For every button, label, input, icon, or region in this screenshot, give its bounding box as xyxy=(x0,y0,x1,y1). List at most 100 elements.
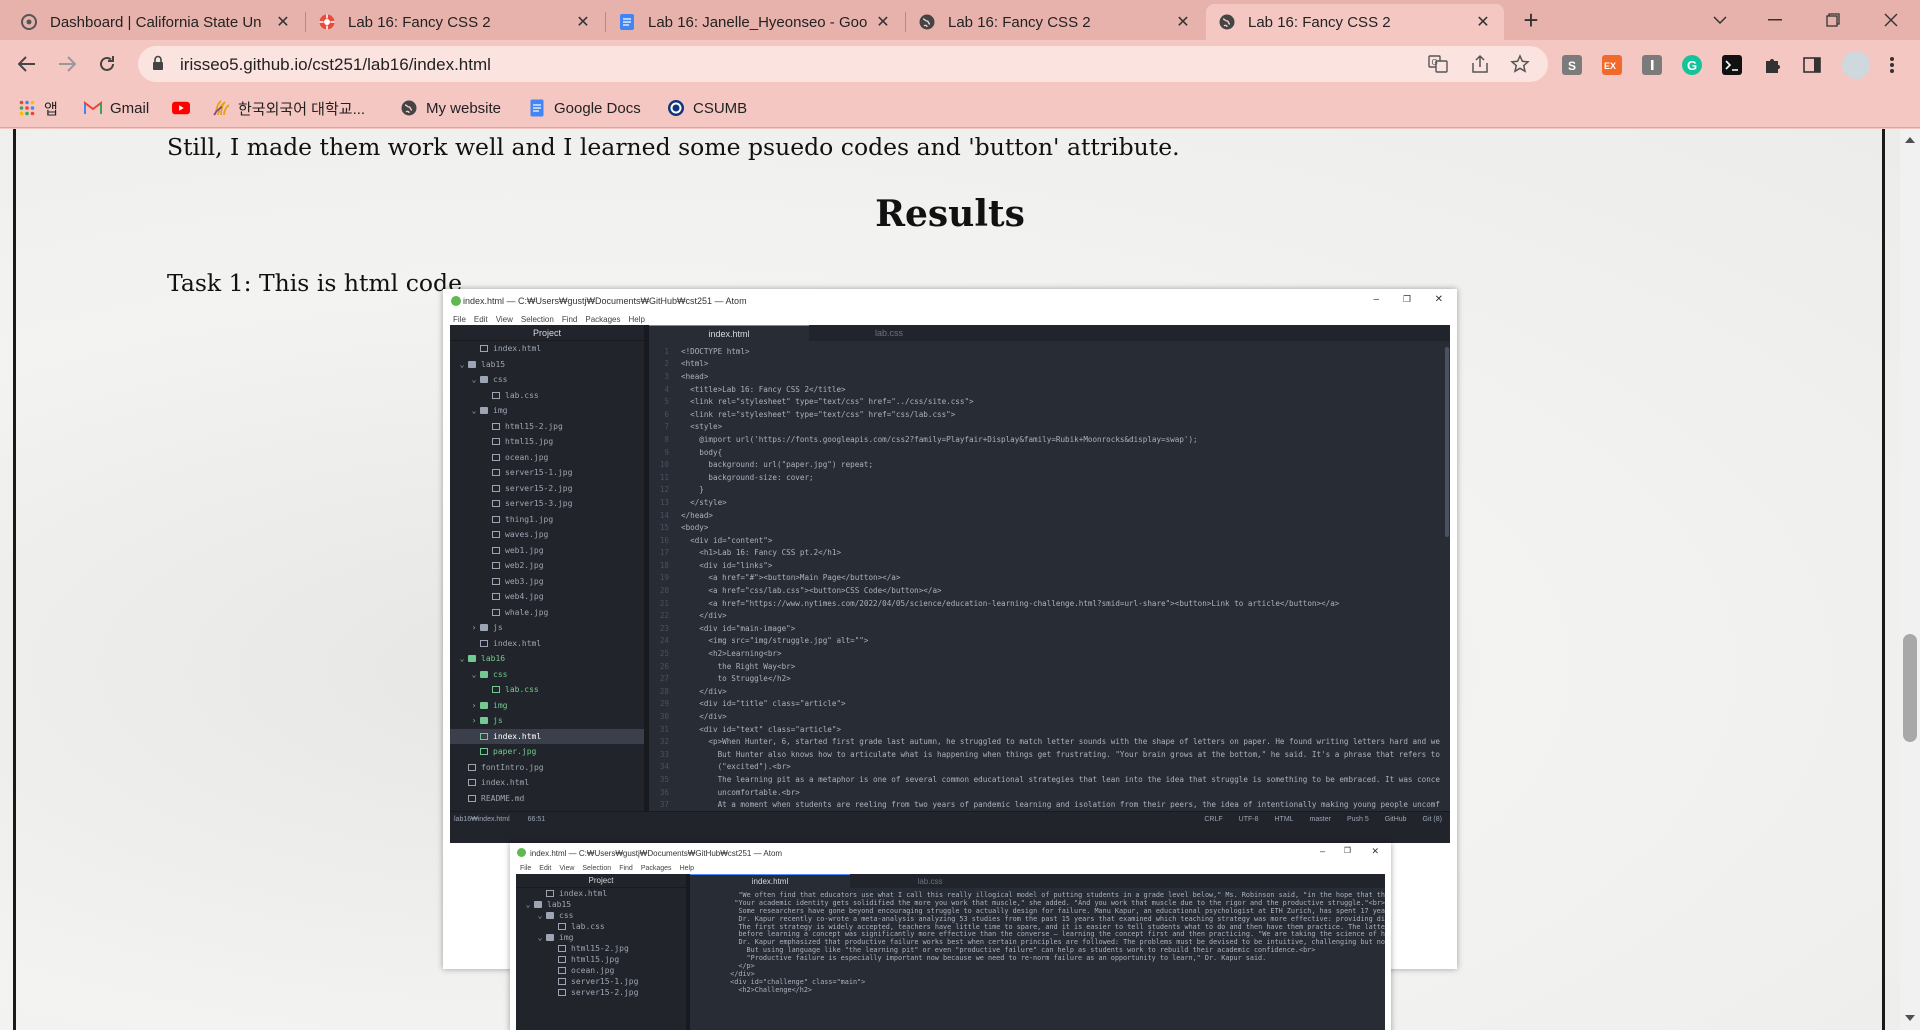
scrollbar-thumb[interactable] xyxy=(1903,634,1917,742)
bookmark-star-icon[interactable] xyxy=(1510,54,1530,79)
lock-icon[interactable] xyxy=(152,55,164,76)
code-line: 29 <div id="title" class="article"> xyxy=(649,698,1450,711)
line-number: 1 xyxy=(664,346,669,356)
code-text: <!DOCTYPE html> xyxy=(681,346,750,356)
tree-item: whale.jpg xyxy=(450,605,644,621)
code-line: <h2>Challenge</h2> xyxy=(690,986,1385,994)
atom-title-bar: index.html — C:₩Users₩gustj₩Documents₩Gi… xyxy=(510,843,1391,863)
reload-button[interactable] xyxy=(92,49,122,79)
tree-item-label: html15-2.jpg xyxy=(505,421,563,431)
file-icon xyxy=(492,593,500,601)
code-line: 8 @import url('https://fonts.googleapis.… xyxy=(649,433,1450,446)
line-number: 34 xyxy=(659,762,669,772)
tab-lab16-fancy-css-2[interactable]: Lab 16: Fancy CSS 2 ✕ xyxy=(906,4,1204,40)
line-number: 8 xyxy=(664,434,669,444)
globe-icon xyxy=(1218,13,1236,31)
tree-item-label: css xyxy=(493,669,508,679)
new-tab-button[interactable]: + xyxy=(1508,0,1554,40)
extension-s-icon[interactable]: S xyxy=(1562,55,1582,75)
pinwheel-icon xyxy=(318,13,336,31)
bookmark-google-docs[interactable]: Google Docs xyxy=(528,97,641,119)
bookmark-label: 앱 xyxy=(44,100,58,118)
code-text: <body> xyxy=(681,523,709,533)
chevron-down-icon: ⌄ xyxy=(537,911,543,920)
menu-kebab-icon[interactable] xyxy=(1882,55,1902,75)
extension-ex-icon[interactable]: EX xyxy=(1602,55,1622,75)
tab-google-doc[interactable]: Lab 16: Janelle_Hyeonseo - Goo ✕ xyxy=(606,4,904,40)
bookmark-youtube[interactable] xyxy=(172,97,198,119)
close-tab-icon[interactable]: ✕ xyxy=(1474,12,1492,32)
file-icon xyxy=(480,639,488,647)
minimize-button[interactable] xyxy=(1750,0,1800,40)
grammarly-icon[interactable]: G xyxy=(1682,55,1702,75)
close-tab-icon[interactable]: ✕ xyxy=(574,12,592,32)
tab-dashboard[interactable]: Dashboard | California State Un ✕ xyxy=(8,4,304,40)
code-line: 24 <img src="img/struggle.jpg" alt=""> xyxy=(649,635,1450,648)
code-text: </div> xyxy=(681,686,727,696)
code-text: <a href="https://www.nytimes.com/2022/04… xyxy=(681,598,1340,608)
extension-info-icon[interactable] xyxy=(1642,55,1662,75)
atom-menu-item: File xyxy=(520,865,532,872)
minimize-icon: – xyxy=(1319,846,1325,856)
code-line: 35 The learning pit as a metaphor is one… xyxy=(649,773,1450,786)
tab-search-chevron-icon[interactable] xyxy=(1695,0,1745,40)
code-text: </div> xyxy=(722,970,755,979)
bookmark-hufs[interactable]: 한국외국어 대학교... xyxy=(212,97,365,119)
share-icon[interactable] xyxy=(1470,54,1490,79)
file-icon xyxy=(558,945,566,952)
project-tree: Project index.html ⌄ lab15 ⌄ css lab.css ⌄ img h… xyxy=(450,325,644,811)
close-tab-icon[interactable]: ✕ xyxy=(274,12,292,32)
line-number: 33 xyxy=(659,749,669,759)
bookmark-my-website[interactable]: My website xyxy=(400,97,501,119)
terminal-icon[interactable] xyxy=(1722,55,1742,75)
tree-item-label: fontIntro.jpg xyxy=(481,762,544,772)
code-text: body{ xyxy=(681,447,723,457)
line-number: 2 xyxy=(664,359,669,369)
tab-title: Lab 16: Fancy CSS 2 xyxy=(948,13,1091,31)
status-item: Git (8) xyxy=(1422,816,1442,823)
side-panel-icon[interactable] xyxy=(1802,55,1822,75)
chevron-right-icon: › xyxy=(471,716,477,726)
address-bar[interactable]: irisseo5.github.io/cst251/lab16/index.ht… xyxy=(138,46,1548,82)
back-button[interactable] xyxy=(12,49,42,79)
url-text[interactable]: irisseo5.github.io/cst251/lab16/index.ht… xyxy=(180,55,491,75)
profile-avatar[interactable] xyxy=(1842,51,1870,79)
tree-item: ⌄ css xyxy=(450,667,644,683)
file-icon xyxy=(492,469,500,477)
tab-lab16-fancy-css-1[interactable]: Lab 16: Fancy CSS 2 ✕ xyxy=(306,4,604,40)
forward-button[interactable] xyxy=(52,49,82,79)
tree-item: server15-2.jpg xyxy=(450,481,644,497)
code-line: 20 <a href="css/lab.css"><button>CSS Cod… xyxy=(649,584,1450,597)
page-scrollbar[interactable] xyxy=(1900,129,1920,1030)
bookmark-csumb[interactable]: CSUMB xyxy=(667,97,747,119)
extensions-puzzle-icon[interactable] xyxy=(1762,55,1782,75)
tree-item-label: web3.jpg xyxy=(505,576,544,586)
code-line: </div> xyxy=(690,970,1385,978)
file-icon xyxy=(492,391,500,399)
tree-item: index.html xyxy=(450,728,644,744)
close-tab-icon[interactable]: ✕ xyxy=(874,12,892,32)
close-icon: ✕ xyxy=(1434,294,1443,305)
code-line: But using language like "the learning pi… xyxy=(690,946,1385,954)
file-icon xyxy=(492,686,500,694)
status-item: UTF-8 xyxy=(1238,816,1259,823)
code-text: <div id="challenge" class="main"> xyxy=(722,977,866,986)
editor-tabs: index.html lab.css xyxy=(690,874,1385,888)
folder-icon xyxy=(480,376,488,384)
translate-icon[interactable]: G xyxy=(1428,54,1448,79)
tree-item: ⌄ lab16 xyxy=(450,651,644,667)
close-window-button[interactable] xyxy=(1866,0,1916,40)
line-number: 16 xyxy=(659,535,669,545)
code-text: <a href="#"><button>Main Page</button></… xyxy=(681,573,901,583)
bookmark-apps[interactable]: 앱 xyxy=(18,97,58,119)
code-line: 22 </div> xyxy=(649,609,1450,622)
tree-header: Project xyxy=(516,874,686,888)
csumb-icon xyxy=(667,99,685,117)
line-number: 36 xyxy=(659,787,669,797)
close-tab-icon[interactable]: ✕ xyxy=(1174,12,1192,32)
restore-button[interactable] xyxy=(1808,0,1858,40)
tab-lab16-fancy-css-active[interactable]: Lab 16: Fancy CSS 2 ✕ xyxy=(1206,4,1504,40)
atom-menu-item: Help xyxy=(679,865,694,872)
code-text: <div id="links"> xyxy=(681,560,773,570)
bookmark-gmail[interactable]: Gmail xyxy=(84,97,149,119)
